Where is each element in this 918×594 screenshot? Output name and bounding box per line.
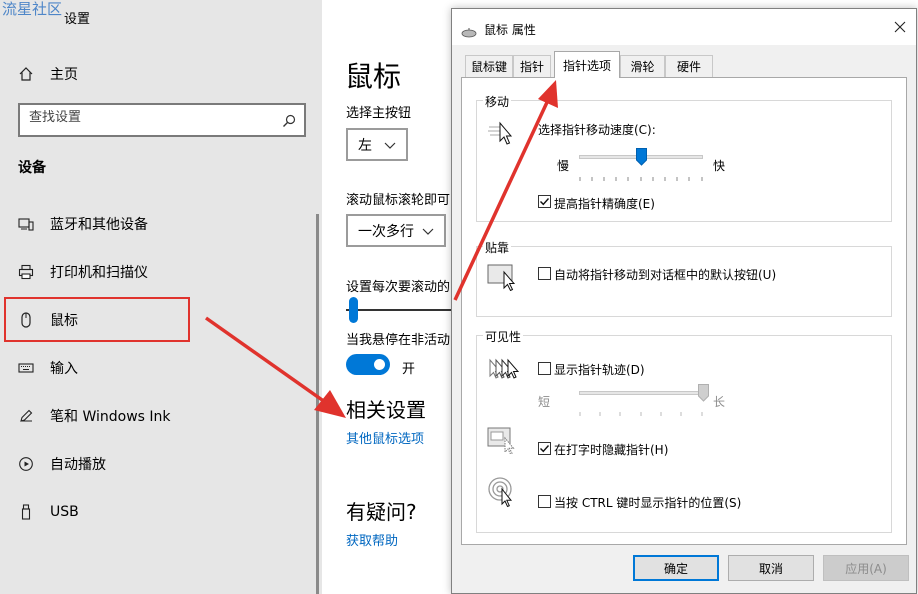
pointer-options-panel: 移动 选择指针移动速度(C): 慢 快 提高指针精确度(E) 贴靠 自动将指针移…: [461, 77, 907, 545]
hide-pointer-checkbox[interactable]: [538, 442, 551, 455]
bluetooth-devices-icon: [18, 216, 34, 232]
search-input[interactable]: [29, 110, 269, 125]
sidebar-item-usb[interactable]: USB: [18, 497, 79, 527]
chevron-down-icon: [384, 139, 396, 155]
hover-scroll-toggle[interactable]: [346, 354, 390, 375]
trails-long-label: 长: [713, 395, 726, 409]
watermark: 流星社区: [2, 0, 63, 18]
sidebar-item-autoplay[interactable]: 自动播放: [18, 449, 106, 479]
trails-label: 显示指针轨迹(D): [554, 363, 645, 377]
ctrl-location-checkbox[interactable]: [538, 495, 551, 508]
cancel-button[interactable]: 取消: [728, 555, 814, 581]
nav-home-label: 主页: [50, 67, 78, 83]
speed-fast-label: 快: [713, 159, 726, 173]
autoplay-icon: [18, 456, 34, 472]
precision-checkbox[interactable]: [538, 195, 551, 208]
search-icon[interactable]: [282, 113, 296, 132]
visibility-group-label: 可见性: [483, 328, 524, 345]
speed-label: 选择指针移动速度(C):: [538, 123, 656, 137]
scroll-lines-track[interactable]: [346, 309, 456, 311]
sidebar-item-label: 输入: [50, 361, 78, 377]
sidebar-item-label: 笔和 Windows Ink: [50, 409, 171, 425]
sidebar-item-label: 蓝牙和其他设备: [50, 217, 148, 233]
tab-wheel[interactable]: 滑轮: [620, 55, 665, 77]
dialog-title: 鼠标 属性: [484, 23, 536, 37]
speed-slider-ticks: [579, 167, 703, 181]
pen-icon: [18, 408, 34, 424]
checkmark-icon: [540, 198, 550, 206]
keyboard-icon: [18, 360, 34, 376]
scroll-dropdown[interactable]: 一次多行: [346, 214, 446, 247]
snap-to-button-icon: [487, 264, 516, 291]
related-settings-title: 相关设置: [346, 398, 426, 422]
toggle-state: 开: [402, 362, 416, 377]
mouse-icon: [461, 23, 477, 42]
scroll-label: 滚动鼠标滚轮即可: [346, 193, 451, 208]
motion-group-label: 移动: [483, 93, 512, 110]
tab-hardware[interactable]: 硬件: [665, 55, 713, 77]
get-help-link[interactable]: 获取帮助: [346, 530, 398, 549]
other-mouse-options-link[interactable]: 其他鼠标选项: [346, 428, 424, 447]
snap-checkbox[interactable]: [538, 267, 551, 280]
ctrl-location-label: 当按 CTRL 键时显示指针的位置(S): [554, 496, 742, 510]
pointer-trails-icon: [489, 358, 520, 379]
ok-button[interactable]: 确定: [633, 555, 719, 581]
printer-icon: [18, 264, 34, 280]
apply-button[interactable]: 应用(A): [823, 555, 909, 581]
trails-slider-ticks: [579, 402, 703, 416]
hover-label: 当我悬停在非活动: [346, 333, 451, 348]
sidebar-item-typing[interactable]: 输入: [18, 353, 78, 383]
trails-checkbox[interactable]: [538, 362, 551, 375]
sidebar-item-bluetooth[interactable]: 蓝牙和其他设备: [18, 209, 148, 239]
sidebar-item-label: USB: [50, 504, 79, 520]
snap-group-label: 贴靠: [483, 239, 512, 256]
visibility-group: 可见性 显示指针轨迹(D) 短 长 在打字时隐藏指针(H) 当按 CTRL 键时…: [476, 328, 892, 533]
scroll-lines-label: 设置每次要滚动的: [346, 280, 451, 295]
tab-buttons[interactable]: 鼠标键: [465, 55, 513, 77]
tab-pointers[interactable]: 指针: [513, 55, 551, 77]
settings-window-title: 设置: [64, 12, 91, 27]
question-title: 有疑问?: [346, 500, 417, 524]
mouse-highlight-box: [4, 297, 190, 342]
settings-search[interactable]: [18, 103, 306, 137]
precision-label: 提高指针精确度(E): [554, 197, 655, 211]
sidebar-item-label: 自动播放: [50, 457, 106, 473]
hide-while-typing-icon: [487, 427, 515, 454]
usb-icon: [18, 504, 34, 520]
scroll-value: 一次多行: [358, 223, 414, 240]
dialog-titlebar[interactable]: 鼠标 属性: [452, 9, 916, 45]
toggle-knob: [374, 359, 385, 370]
sidebar-item-printers[interactable]: 打印机和扫描仪: [18, 257, 148, 287]
show-location-icon: [488, 477, 513, 508]
sidebar-item-label: 打印机和扫描仪: [50, 265, 148, 281]
home-icon: [18, 66, 34, 82]
primary-button-value: 左: [358, 137, 372, 154]
trails-short-label: 短: [538, 395, 551, 409]
page-title: 鼠标: [345, 60, 402, 93]
hide-pointer-label: 在打字时隐藏指针(H): [554, 443, 669, 457]
speed-slow-label: 慢: [557, 159, 570, 173]
snap-group: 贴靠 自动将指针移动到对话框中的默认按钮(U): [476, 239, 892, 317]
primary-button-label: 选择主按钮: [346, 106, 412, 121]
scroll-lines-thumb[interactable]: [349, 297, 358, 323]
tab-pointer-options[interactable]: 指针选项: [554, 51, 620, 78]
speed-slider-thumb[interactable]: [635, 148, 647, 166]
nav-home[interactable]: 主页: [18, 62, 78, 86]
checkmark-icon: [540, 445, 550, 453]
snap-label: 自动将指针移动到对话框中的默认按钮(U): [554, 268, 777, 282]
sidebar-scrollbar[interactable]: [316, 214, 319, 594]
sidebar-item-pen[interactable]: 笔和 Windows Ink: [18, 401, 171, 431]
mouse-properties-dialog: 鼠标 属性 鼠标键 指针 指针选项 滑轮 硬件 移动 选择指针移动速度(C): …: [451, 8, 917, 594]
pointer-speed-icon: [488, 121, 513, 145]
primary-button-dropdown[interactable]: 左: [346, 128, 408, 161]
trails-slider-track[interactable]: [579, 391, 703, 395]
chevron-down-icon: [422, 225, 434, 241]
motion-group: 移动 选择指针移动速度(C): 慢 快 提高指针精确度(E): [476, 93, 892, 222]
close-icon[interactable]: [892, 19, 908, 35]
trails-slider-thumb[interactable]: [697, 384, 709, 402]
section-title: 设备: [18, 160, 46, 176]
